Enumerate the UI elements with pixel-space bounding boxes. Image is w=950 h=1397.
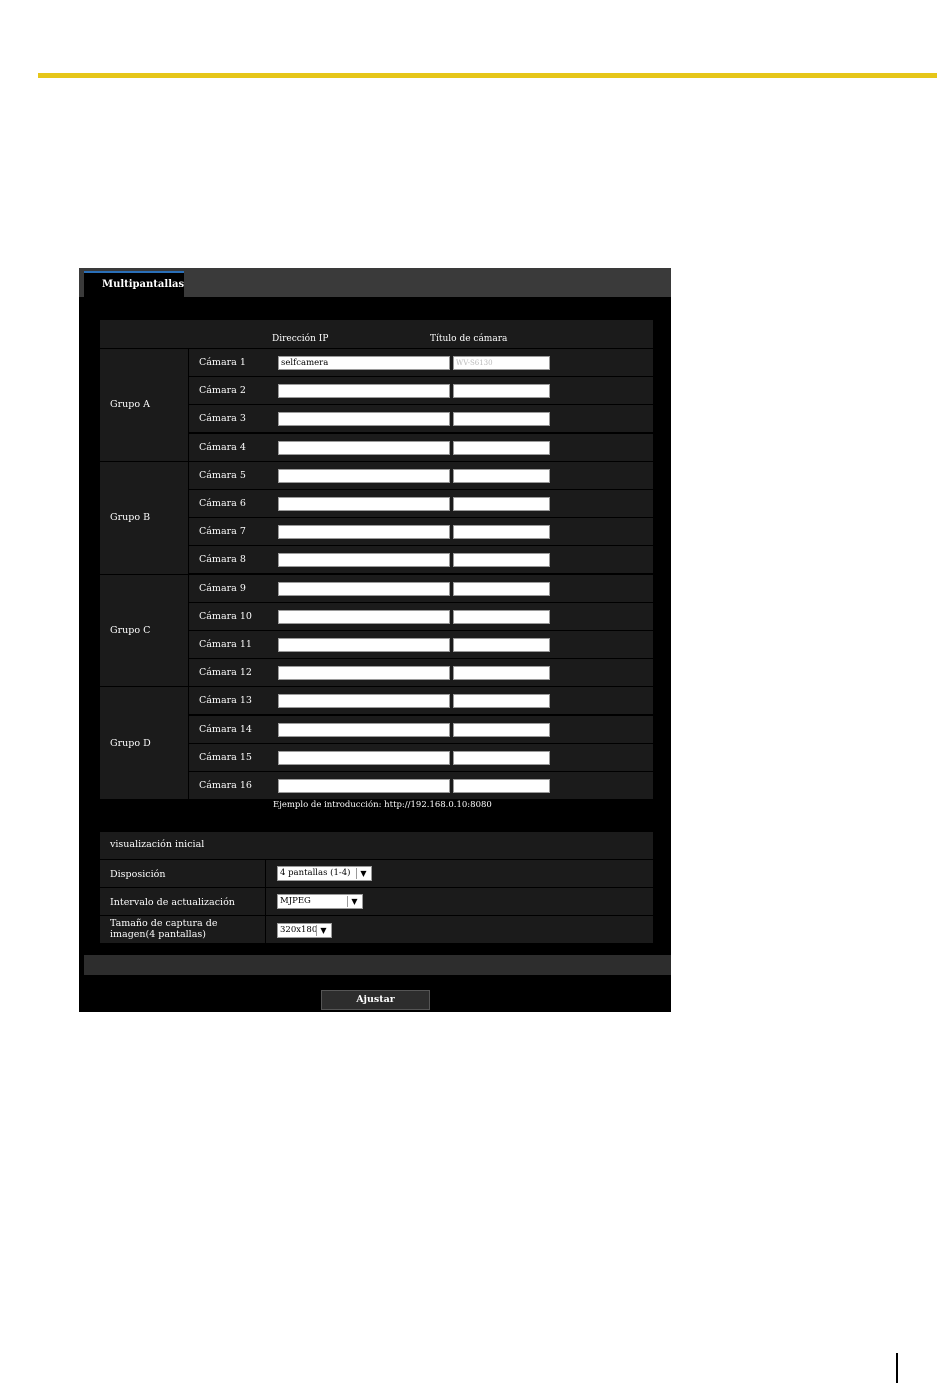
- camera-ip-input[interactable]: [278, 468, 450, 483]
- settings-panel: Multipantallas Dirección IP Título de cá…: [79, 268, 671, 1012]
- camera-row: Cámara 16: [189, 771, 653, 799]
- camera-row: Cámara 8: [189, 545, 653, 574]
- chevron-down-icon: ▼: [347, 896, 361, 907]
- camera-label: Cámara 9: [199, 582, 246, 594]
- camera-row: Cámara 3: [189, 404, 653, 433]
- camera-title-input[interactable]: [453, 468, 550, 483]
- camera-label: Cámara 12: [199, 667, 252, 679]
- camera-row: Cámara 10: [189, 601, 653, 630]
- camera-row: Cámara 2: [189, 376, 653, 405]
- camera-ip-input[interactable]: [278, 581, 450, 596]
- divider: [265, 860, 266, 887]
- camera-row: Cámara 11: [189, 630, 653, 658]
- layout-select-value: 4 pantallas (1-4): [280, 868, 351, 878]
- tab-multipantallas[interactable]: Multipantallas: [84, 271, 184, 297]
- divider: [265, 888, 266, 915]
- camera-title-input[interactable]: [453, 609, 550, 624]
- camera-label: Cámara 14: [199, 723, 252, 735]
- camera-label: Cámara 2: [199, 385, 246, 397]
- camera-ip-input[interactable]: [278, 497, 450, 511]
- camera-row: Cámara 9: [189, 573, 653, 602]
- camera-ip-input[interactable]: [278, 666, 450, 681]
- camera-label: Cámara 5: [199, 469, 246, 481]
- camera-title-input[interactable]: [453, 553, 550, 568]
- camera-label: Cámara 13: [199, 695, 252, 707]
- camera-ip-input[interactable]: [278, 750, 450, 765]
- group-label: Grupo C: [100, 573, 188, 687]
- camera-ip-input[interactable]: [278, 779, 450, 793]
- initial-display-heading: visualización inicial: [100, 832, 653, 859]
- column-header-title: Título de cámara: [430, 334, 508, 344]
- refresh-select-value: MJPEG: [280, 896, 311, 906]
- camera-row: Cámara 14: [189, 714, 653, 743]
- camera-title-input[interactable]: [453, 497, 550, 511]
- refresh-label: Intervalo de actualización: [110, 897, 235, 908]
- camera-label: Cámara 10: [199, 610, 252, 622]
- camera-title-input[interactable]: [453, 525, 550, 540]
- bottom-bar: [84, 955, 671, 975]
- camera-title-input[interactable]: [453, 412, 550, 427]
- tab-bar: Multipantallas: [79, 268, 671, 297]
- camera-grid: Dirección IP Título de cámara Grupo A Cám…: [100, 320, 653, 800]
- capture-size-select-value: 320x180: [280, 925, 318, 935]
- group-label: Grupo D: [100, 686, 188, 800]
- camera-title-input[interactable]: [453, 384, 550, 399]
- camera-title-input[interactable]: [453, 638, 550, 652]
- group-label: Grupo B: [100, 460, 188, 574]
- camera-ip-input[interactable]: [278, 694, 450, 709]
- camera-ip-input[interactable]: [278, 412, 450, 427]
- camera-row: Cámara 1 selfcamera WV-S6130: [189, 348, 653, 376]
- camera-label: Cámara 4: [199, 441, 246, 453]
- apply-button[interactable]: Ajustar: [321, 990, 430, 1010]
- camera-row: Cámara 15: [189, 742, 653, 771]
- camera-title-input[interactable]: [453, 779, 550, 793]
- layout-select[interactable]: 4 pantallas (1-4) ▼: [277, 866, 372, 881]
- camera-ip-input[interactable]: [278, 384, 450, 399]
- camera-title-input[interactable]: [453, 694, 550, 709]
- camera-title-input[interactable]: [453, 666, 550, 681]
- camera-title-input[interactable]: [453, 581, 550, 596]
- camera-ip-input[interactable]: [278, 638, 450, 652]
- camera-label: Cámara 6: [199, 498, 246, 509]
- camera-ip-input[interactable]: [278, 722, 450, 737]
- chevron-down-icon: ▼: [316, 925, 330, 936]
- ip-example-text: Ejemplo de introducción: http://192.168.…: [273, 800, 492, 810]
- page-margin-mark: [896, 1353, 898, 1383]
- refresh-select[interactable]: MJPEG ▼: [277, 894, 363, 909]
- camera-row: Cámara 4: [189, 432, 653, 461]
- page-header-rule: [38, 73, 937, 78]
- divider: [265, 916, 266, 943]
- camera-title-input[interactable]: [453, 750, 550, 765]
- column-header-row: Dirección IP Título de cámara: [100, 320, 653, 348]
- refresh-row: Intervalo de actualización MJPEG ▼: [100, 887, 653, 915]
- camera-row: Cámara 6: [189, 489, 653, 517]
- group-label: Grupo A: [100, 348, 188, 461]
- camera-ip-input[interactable]: selfcamera: [278, 356, 450, 370]
- chevron-down-icon: ▼: [356, 868, 370, 879]
- camera-row: Cámara 5: [189, 460, 653, 489]
- column-header-ip: Dirección IP: [272, 334, 329, 344]
- camera-row: Cámara 13: [189, 686, 653, 715]
- camera-label: Cámara 15: [199, 751, 252, 763]
- capture-size-row: Tamaño de captura de imagen(4 pantallas)…: [100, 915, 653, 943]
- camera-label: Cámara 3: [199, 413, 246, 425]
- camera-ip-input[interactable]: [278, 440, 450, 455]
- camera-label: Cámara 11: [199, 639, 252, 650]
- camera-label: Cámara 8: [199, 554, 246, 566]
- camera-label: Cámara 1: [199, 357, 246, 368]
- layout-row: Disposición 4 pantallas (1-4) ▼: [100, 859, 653, 887]
- camera-label: Cámara 16: [199, 780, 252, 791]
- layout-label: Disposición: [110, 869, 166, 880]
- camera-ip-input[interactable]: [278, 609, 450, 624]
- camera-title-input[interactable]: WV-S6130: [453, 356, 550, 370]
- camera-title-input[interactable]: [453, 440, 550, 455]
- camera-label: Cámara 7: [199, 526, 246, 538]
- capture-size-select[interactable]: 320x180 ▼: [277, 923, 332, 938]
- camera-row: Cámara 12: [189, 658, 653, 687]
- camera-ip-input[interactable]: [278, 525, 450, 540]
- camera-title-input[interactable]: [453, 722, 550, 737]
- camera-row: Cámara 7: [189, 517, 653, 546]
- capture-size-label: Tamaño de captura de imagen(4 pantallas): [110, 918, 218, 940]
- camera-ip-input[interactable]: [278, 553, 450, 568]
